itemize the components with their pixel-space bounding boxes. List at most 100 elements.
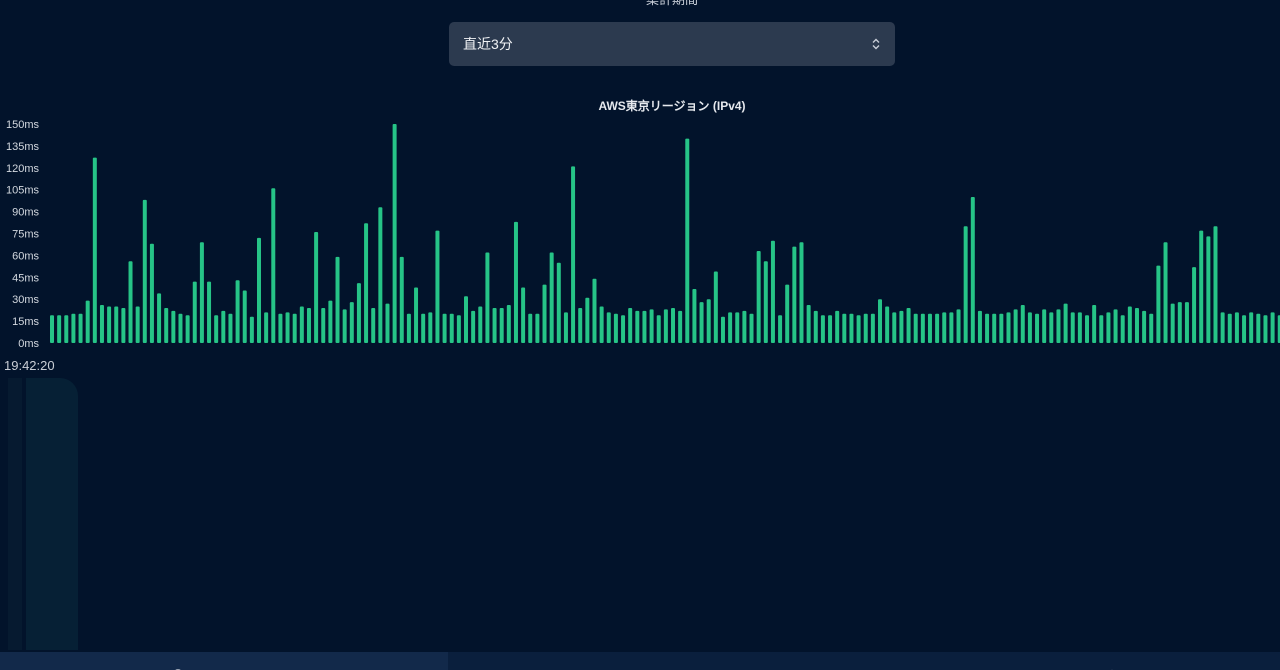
- latency-bar[interactable]: [770, 240, 775, 343]
- latency-bar[interactable]: [449, 313, 454, 343]
- latency-bar[interactable]: [1042, 309, 1047, 343]
- latency-bar[interactable]: [885, 306, 890, 344]
- latency-bar[interactable]: [1242, 315, 1247, 343]
- latency-bar[interactable]: [1056, 309, 1061, 343]
- latency-bar[interactable]: [406, 313, 411, 343]
- latency-bar[interactable]: [635, 310, 640, 343]
- latency-bar[interactable]: [535, 313, 540, 343]
- latency-bar[interactable]: [642, 310, 647, 343]
- latency-bar[interactable]: [456, 315, 461, 343]
- latency-bar[interactable]: [142, 199, 147, 343]
- latency-bar[interactable]: [428, 312, 433, 343]
- latency-bar[interactable]: [349, 302, 354, 343]
- latency-bar[interactable]: [571, 166, 576, 343]
- latency-bar[interactable]: [1142, 310, 1147, 343]
- latency-bar[interactable]: [249, 316, 254, 343]
- latency-bar[interactable]: [1163, 242, 1168, 343]
- nav-item-icon[interactable]: [648, 662, 660, 670]
- latency-bar[interactable]: [1256, 313, 1261, 343]
- latency-bar[interactable]: [699, 302, 704, 343]
- latency-bar[interactable]: [371, 307, 376, 343]
- latency-bar[interactable]: [1092, 305, 1097, 343]
- latency-bar[interactable]: [692, 288, 697, 343]
- latency-bar[interactable]: [671, 307, 676, 343]
- latency-bar[interactable]: [242, 290, 247, 343]
- period-select[interactable]: 直近3分: [449, 22, 895, 66]
- latency-bar[interactable]: [927, 313, 932, 343]
- latency-bar[interactable]: [820, 315, 825, 343]
- latency-bar[interactable]: [585, 297, 590, 343]
- bottom-nav-item-active[interactable]: [0, 652, 448, 670]
- latency-bar[interactable]: [342, 309, 347, 343]
- latency-bar[interactable]: [185, 315, 190, 343]
- latency-bar[interactable]: [192, 281, 197, 343]
- latency-bar[interactable]: [1063, 303, 1068, 343]
- latency-bar[interactable]: [228, 313, 233, 343]
- latency-bar[interactable]: [78, 313, 83, 343]
- latency-bar[interactable]: [1192, 267, 1197, 343]
- latency-bar[interactable]: [763, 261, 768, 343]
- latency-bar[interactable]: [157, 293, 162, 343]
- latency-bar[interactable]: [606, 312, 611, 343]
- latency-bar[interactable]: [563, 312, 568, 343]
- latency-bar[interactable]: [892, 312, 897, 343]
- latency-bar[interactable]: [306, 307, 311, 343]
- latency-bar[interactable]: [621, 315, 626, 343]
- latency-bar[interactable]: [713, 271, 718, 343]
- latency-bar[interactable]: [385, 303, 390, 343]
- latency-bar[interactable]: [471, 310, 476, 343]
- latency-bar[interactable]: [264, 312, 269, 343]
- latency-bar[interactable]: [542, 284, 547, 343]
- latency-bar[interactable]: [99, 305, 104, 343]
- latency-bar[interactable]: [1213, 226, 1218, 343]
- latency-bar[interactable]: [492, 307, 497, 343]
- latency-bar[interactable]: [114, 306, 119, 344]
- latency-bar[interactable]: [899, 310, 904, 343]
- latency-bar[interactable]: [149, 243, 154, 343]
- latency-bar[interactable]: [1020, 305, 1025, 343]
- latency-bar[interactable]: [663, 309, 668, 343]
- latency-bar[interactable]: [1113, 309, 1118, 343]
- latency-bar[interactable]: [1177, 302, 1182, 343]
- latency-bar[interactable]: [949, 312, 954, 343]
- latency-bar[interactable]: [64, 315, 69, 343]
- latency-bar[interactable]: [121, 307, 126, 343]
- latency-bar[interactable]: [278, 313, 283, 343]
- latency-bar[interactable]: [1106, 312, 1111, 343]
- latency-bar[interactable]: [107, 306, 112, 344]
- latency-bar[interactable]: [706, 299, 711, 343]
- latency-bar[interactable]: [1220, 312, 1225, 343]
- latency-bar[interactable]: [399, 256, 404, 343]
- latency-bar[interactable]: [756, 251, 761, 343]
- latency-bar[interactable]: [257, 237, 261, 343]
- latency-bar[interactable]: [314, 232, 319, 343]
- latency-bar[interactable]: [599, 306, 604, 344]
- latency-bar[interactable]: [728, 312, 733, 343]
- latency-bar[interactable]: [221, 310, 226, 343]
- latency-bar[interactable]: [164, 307, 169, 343]
- latency-bar[interactable]: [1184, 302, 1189, 343]
- latency-bar[interactable]: [57, 315, 62, 343]
- latency-bar[interactable]: [442, 313, 447, 343]
- latency-bar[interactable]: [1070, 312, 1075, 343]
- latency-bar[interactable]: [920, 313, 925, 343]
- latency-bar[interactable]: [299, 306, 304, 344]
- latency-bar[interactable]: [956, 309, 961, 343]
- latency-bar[interactable]: [1227, 313, 1232, 343]
- latency-bar[interactable]: [207, 281, 212, 343]
- latency-bar[interactable]: [549, 252, 554, 343]
- latency-bar[interactable]: [528, 313, 533, 343]
- latency-bar[interactable]: [171, 310, 176, 343]
- latency-bar[interactable]: [578, 307, 583, 343]
- latency-bar[interactable]: [328, 300, 333, 343]
- latency-bar[interactable]: [906, 307, 911, 343]
- latency-bar[interactable]: [1149, 313, 1154, 343]
- latency-bar[interactable]: [792, 246, 797, 343]
- latency-bar[interactable]: [720, 316, 725, 343]
- latency-bar[interactable]: [335, 256, 340, 343]
- latency-bar[interactable]: [506, 305, 511, 343]
- latency-bar[interactable]: [1199, 230, 1204, 343]
- latency-bar[interactable]: [970, 197, 975, 343]
- latency-bar[interactable]: [92, 157, 97, 343]
- latency-bar[interactable]: [1049, 312, 1054, 343]
